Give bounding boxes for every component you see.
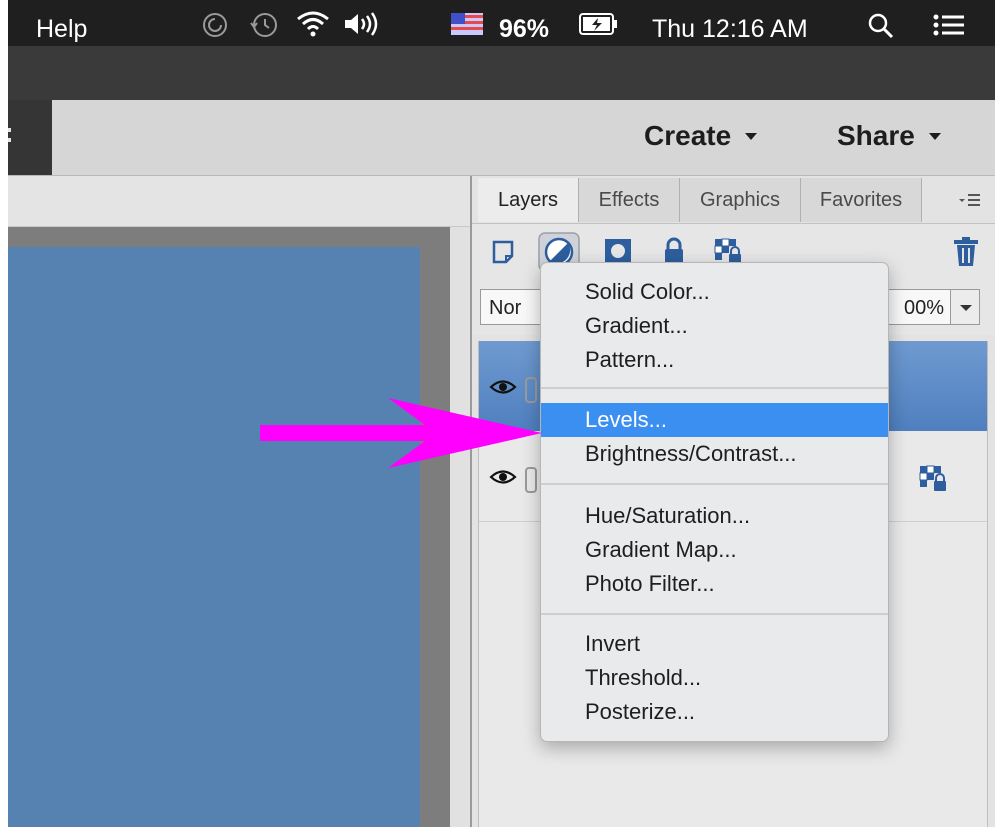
document-area xyxy=(8,176,470,827)
time-machine-icon[interactable] xyxy=(248,9,280,41)
wifi-icon[interactable] xyxy=(295,9,331,39)
create-label: Create xyxy=(644,120,732,151)
trash-icon[interactable] xyxy=(952,236,980,268)
create-menu[interactable]: Create xyxy=(644,116,758,156)
canvas-image[interactable] xyxy=(8,247,420,827)
application-window: Help 96% Thu 12:16 AM Create Share Layer… xyxy=(8,0,995,827)
canvas-frame xyxy=(8,227,450,827)
chevron-down-icon xyxy=(745,132,758,140)
opacity-dropdown-button[interactable] xyxy=(950,289,980,325)
tab-graphics[interactable]: Graphics xyxy=(680,178,801,222)
tab-layers[interactable]: Layers xyxy=(478,178,579,222)
adjustment-layer-menu: Solid Color... Gradient... Pattern... Le… xyxy=(540,262,889,742)
menu-item-threshold[interactable]: Threshold... xyxy=(541,661,888,695)
mode-switcher[interactable] xyxy=(8,100,52,175)
document-tab-bar xyxy=(8,176,470,227)
spotlight-search-icon[interactable] xyxy=(867,12,895,40)
notification-center-icon[interactable] xyxy=(933,13,965,37)
menu-item-posterize[interactable]: Posterize... xyxy=(541,695,888,729)
tab-favorites[interactable]: Favorites xyxy=(801,178,922,222)
menu-item-brightness-contrast[interactable]: Brightness/Contrast... xyxy=(541,437,888,471)
menu-help[interactable]: Help xyxy=(36,0,87,46)
menu-item-solid-color[interactable]: Solid Color... xyxy=(541,275,888,309)
menu-item-invert[interactable]: Invert xyxy=(541,627,888,661)
new-layer-icon[interactable] xyxy=(488,236,518,266)
flag-icon[interactable] xyxy=(451,13,483,35)
do-not-disturb-icon[interactable] xyxy=(200,10,230,40)
menu-item-gradient[interactable]: Gradient... xyxy=(541,309,888,343)
window-titlebar xyxy=(8,46,995,100)
menu-item-pattern[interactable]: Pattern... xyxy=(541,343,888,377)
menu-separator xyxy=(541,483,888,485)
annotation-arrow xyxy=(260,398,542,468)
menu-separator xyxy=(541,613,888,615)
top-toolbar: Create Share xyxy=(8,100,995,176)
chevron-down-icon xyxy=(928,132,941,140)
tab-effects[interactable]: Effects xyxy=(579,178,680,222)
share-label: Share xyxy=(837,120,915,151)
menu-item-hue-saturation[interactable]: Hue/Saturation... xyxy=(541,499,888,533)
menu-item-photo-filter[interactable]: Photo Filter... xyxy=(541,567,888,601)
share-menu[interactable]: Share xyxy=(837,116,941,156)
battery-percentage: 96% xyxy=(499,15,550,43)
battery-charging-icon[interactable] xyxy=(579,12,619,36)
menu-bar: Help 96% Thu 12:16 AM xyxy=(8,0,995,46)
menubar-clock[interactable]: Thu 12:16 AM xyxy=(652,0,808,46)
panel-menu-icon[interactable] xyxy=(958,190,982,210)
menu-item-levels[interactable]: Levels... xyxy=(541,403,888,437)
lock-transparency-icon xyxy=(919,465,946,491)
menu-item-gradient-map[interactable]: Gradient Map... xyxy=(541,533,888,567)
menu-separator xyxy=(541,387,888,389)
volume-icon[interactable] xyxy=(341,10,385,38)
